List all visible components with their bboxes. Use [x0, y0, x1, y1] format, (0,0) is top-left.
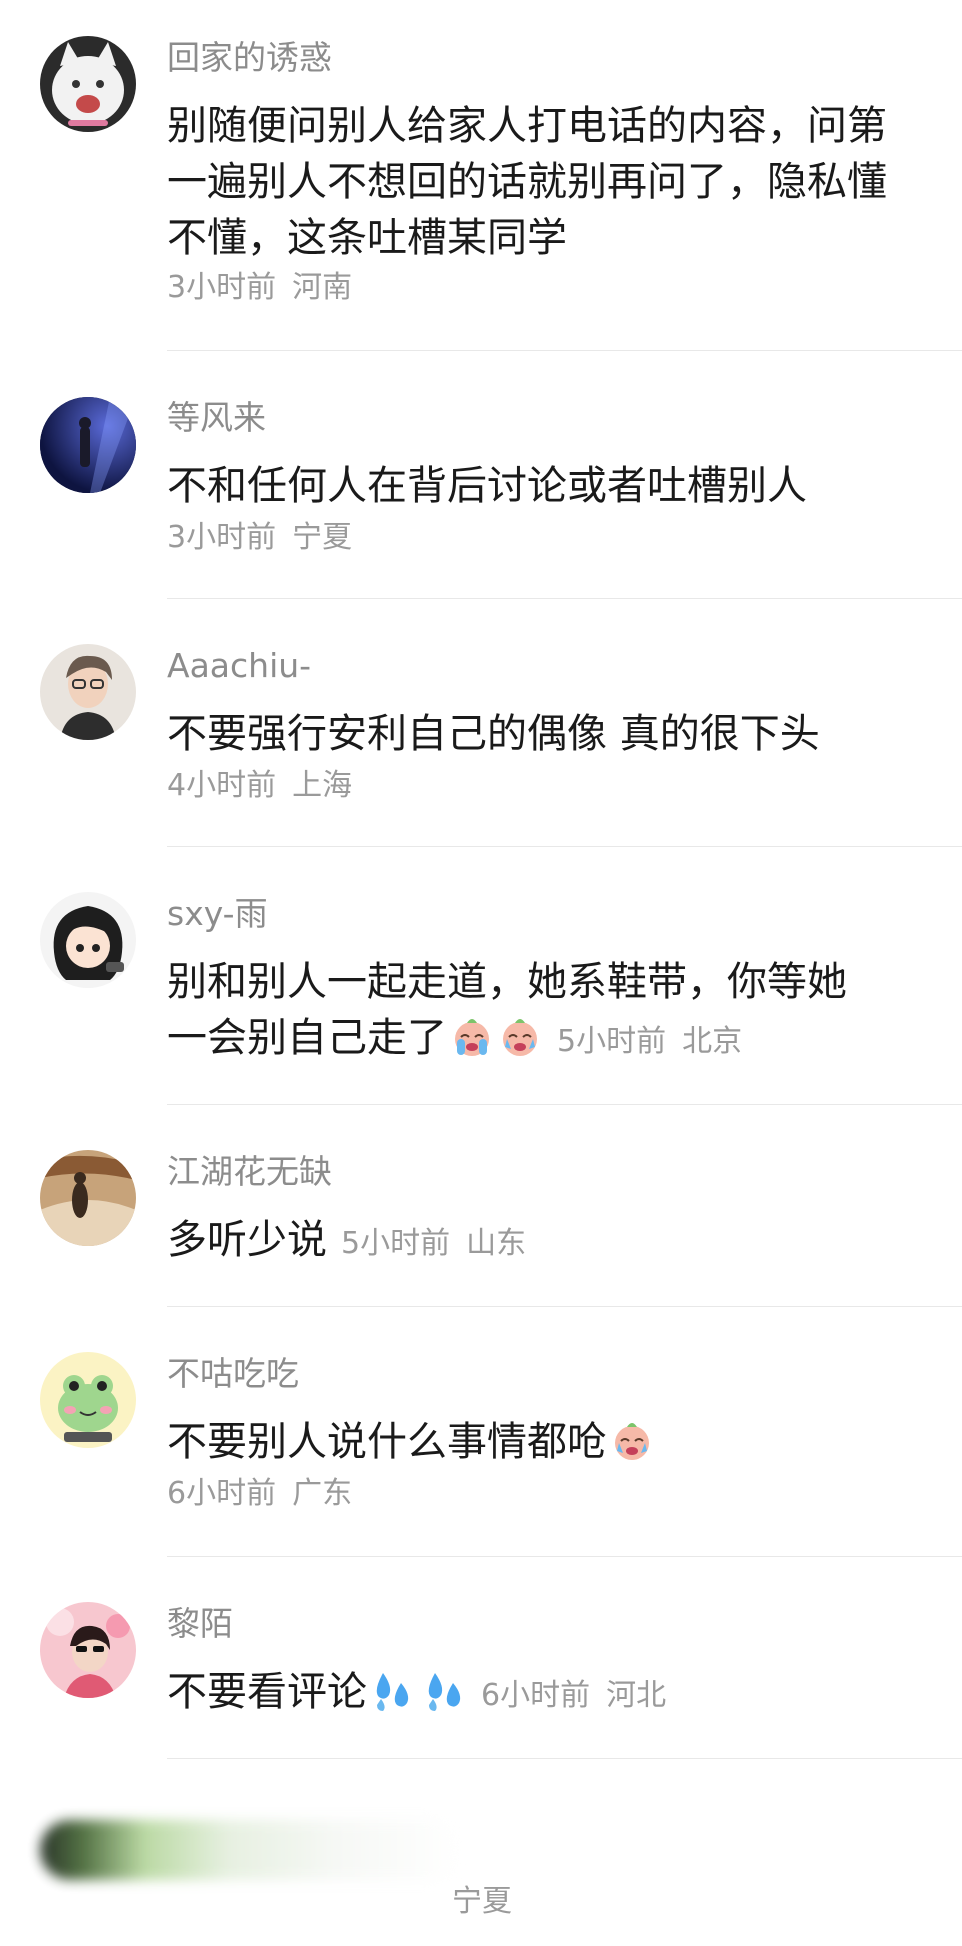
crying-face-emoji	[497, 1013, 543, 1059]
comment-text: 不和任何人在背后讨论或者吐槽别人	[167, 463, 807, 509]
username[interactable]: Aaachiu-	[167, 646, 311, 686]
avatar[interactable]	[40, 892, 136, 988]
comment-text: 不要别人说什么事情都呛	[167, 1414, 907, 1470]
comment-text-part: 不要别人说什么事情都呛	[167, 1419, 607, 1465]
comment-text-line: 一会别自己走了 5小时前 北京	[167, 1010, 907, 1066]
avatar[interactable]	[40, 1150, 136, 1246]
comment-text: 别和别人一起走道，她系鞋带，你等她 一会别自己走了 5小时前 北京	[167, 954, 907, 1066]
comment-location: 山东	[466, 1226, 527, 1261]
sweat-droplets-emoji	[369, 1667, 415, 1713]
crying-face-emoji	[609, 1417, 655, 1463]
comment-time: 6小时前	[481, 1678, 591, 1713]
comment-text: 不要看评论 6小时前 河北	[167, 1664, 907, 1720]
divider	[167, 1104, 962, 1105]
comment-location: 北京	[682, 1024, 743, 1059]
avatar[interactable]	[40, 644, 136, 740]
comment-location: 广东	[292, 1476, 353, 1511]
comment-text: 多听少说 5小时前 山东	[167, 1212, 907, 1268]
comment-time: 6小时前	[167, 1476, 277, 1511]
username[interactable]: 回家的诱惑	[167, 38, 332, 78]
comment-meta: 3小时前 宁夏	[167, 518, 352, 558]
comment-time: 3小时前	[167, 520, 277, 555]
username[interactable]: sxy-雨	[167, 894, 268, 934]
comment-text: 别随便问别人给家人打电话的内容，问第一遍别人不想回的话就别再问了，隐私懂不懂，这…	[167, 103, 887, 261]
comment-location: 河北	[606, 1678, 667, 1713]
divider	[167, 1556, 962, 1557]
avatar[interactable]	[40, 36, 136, 132]
avatar[interactable]	[40, 397, 136, 493]
avatar[interactable]	[40, 1352, 136, 1448]
divider	[167, 1306, 962, 1307]
sweat-droplets-emoji	[421, 1667, 467, 1713]
comment-time: 5小时前	[341, 1226, 451, 1261]
comment-text-line: 别和别人一起走道，她系鞋带，你等她	[167, 959, 847, 1005]
comment-time: 5小时前	[557, 1024, 667, 1059]
comment-location: 上海	[292, 768, 353, 803]
comment-meta: 4小时前 上海	[167, 766, 352, 806]
comment-location: 宁夏	[452, 1884, 512, 1919]
comment-location: 宁夏	[292, 520, 353, 555]
divider	[167, 1758, 962, 1759]
username[interactable]: 不咕吃吃	[167, 1354, 299, 1394]
comment-text-part: 多听少说	[167, 1217, 327, 1263]
comment-meta: 6小时前 广东	[167, 1474, 352, 1514]
divider	[167, 350, 962, 351]
comment-text-part: 一会别自己走了	[167, 1015, 447, 1061]
comment-meta: 6小时前 河北	[481, 1678, 666, 1713]
crying-face-emoji	[449, 1013, 495, 1059]
comment-text: 不要强行安利自己的偶像 真的很下头	[167, 711, 820, 757]
comment-time: 4小时前	[167, 768, 277, 803]
username[interactable]: 江湖花无缺	[167, 1152, 332, 1192]
comment-meta: 5小时前 北京	[557, 1024, 742, 1059]
blurred-comment	[40, 1820, 460, 1880]
comment-time: 3小时前	[167, 270, 277, 305]
comment-location: 河南	[292, 270, 353, 305]
comment-meta: 3小时前 河南	[167, 268, 352, 308]
username[interactable]: 黎陌	[167, 1604, 233, 1644]
avatar[interactable]	[40, 1602, 136, 1698]
comment-text-part: 不要看评论	[167, 1669, 367, 1715]
divider	[167, 598, 962, 599]
username[interactable]: 等风来	[167, 398, 266, 438]
divider	[167, 846, 962, 847]
comment-meta: 5小时前 山东	[341, 1226, 526, 1261]
